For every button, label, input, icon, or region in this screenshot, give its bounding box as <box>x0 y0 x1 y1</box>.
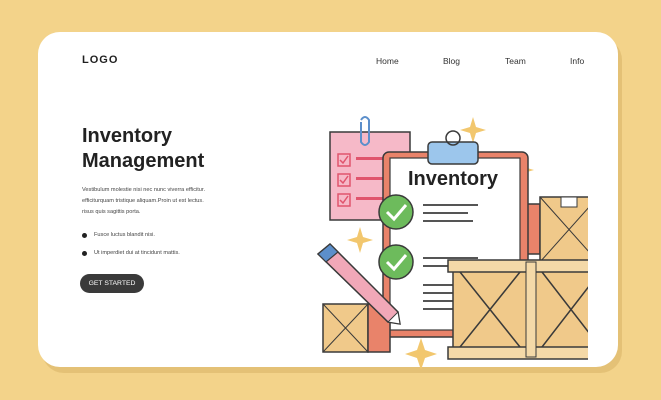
get-started-button[interactable]: GET STARTED <box>80 274 144 293</box>
bullet-item: Fusce luctus blandit nisi. <box>82 232 155 238</box>
bullet-text: Fusce luctus blandit nisi. <box>94 232 155 238</box>
check-icon <box>378 244 414 280</box>
nav-team-link[interactable]: Team <box>505 56 526 66</box>
wooden-crate <box>447 259 588 360</box>
cardboard-box <box>539 196 588 263</box>
nav-home-link[interactable]: Home <box>376 56 399 66</box>
hero-title-line1: Inventory <box>82 125 173 147</box>
bullet-dot-icon <box>82 250 87 256</box>
hero-title-line2: Management <box>82 150 205 172</box>
logo[interactable]: LOGO <box>82 54 118 66</box>
landing-card: LOGO Home Blog Team Info Inventory Manag… <box>38 32 618 370</box>
nav-info-link[interactable]: Info <box>570 56 584 66</box>
bullet-text: Ut imperdiet dui at tincidunt mattis. <box>94 250 180 256</box>
inventory-illustration: Inventory <box>316 116 588 370</box>
check-icon <box>378 194 414 230</box>
bullet-dot-icon <box>82 232 87 238</box>
nav-blog-link[interactable]: Blog <box>443 56 460 66</box>
hero-title: Inventory Management <box>82 124 282 174</box>
bullet-item: Ut imperdiet dui at tincidunt mattis. <box>82 250 180 256</box>
clipboard-title: Inventory <box>408 168 499 190</box>
hero-description: Vestibulum molestie nisi nec nunc viverr… <box>82 187 206 215</box>
